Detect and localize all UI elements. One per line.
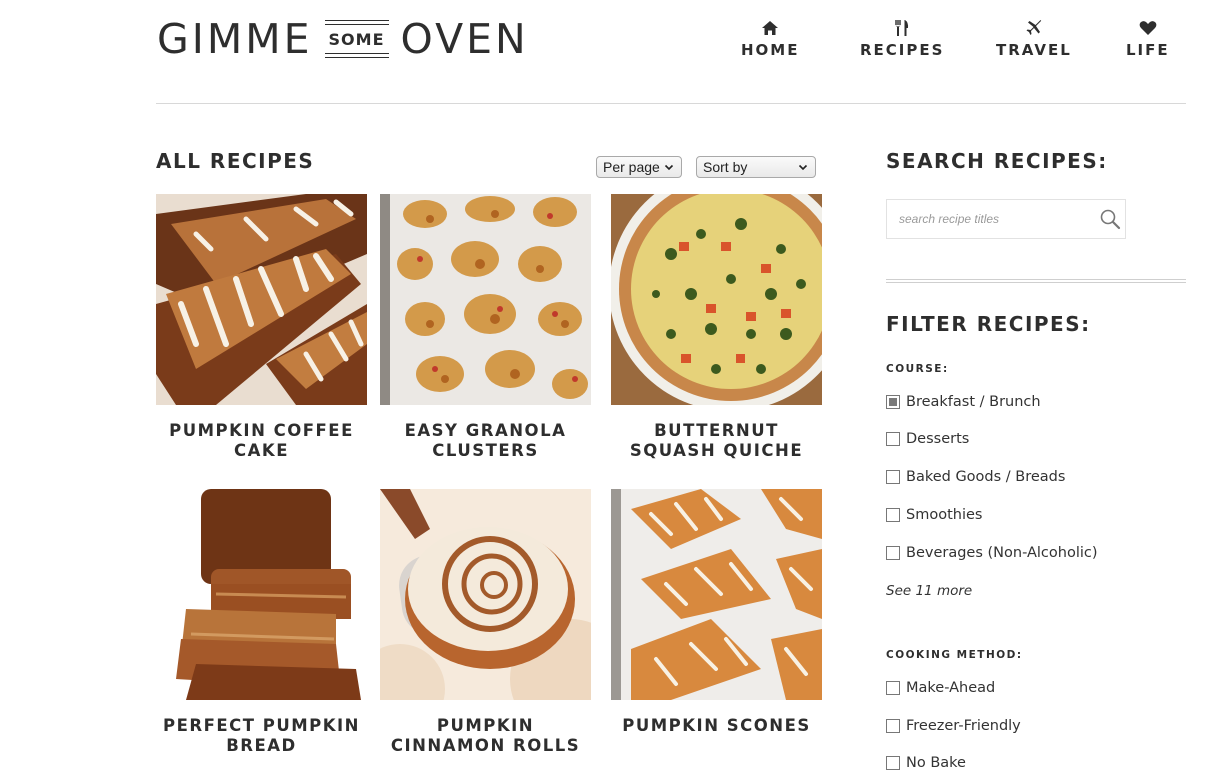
search-input[interactable] — [897, 211, 1097, 227]
checkbox[interactable] — [886, 719, 900, 733]
filter-option-baked-goods-breads[interactable]: Baked Goods / Breads — [886, 469, 1065, 485]
checkbox[interactable] — [886, 546, 900, 560]
all-recipes-title: ALL RECIPES — [156, 149, 315, 173]
header-divider — [156, 103, 1186, 104]
nav-home[interactable]: HOME — [741, 18, 799, 59]
recipe-photo-pumpkin-scones[interactable] — [611, 489, 822, 700]
recipe-card[interactable]: EASY GRANOLA CLUSTERS — [380, 194, 591, 461]
recipe-title[interactable]: PUMPKIN CINNAMON ROLLS — [380, 716, 591, 756]
filter-option-breakfast-brunch[interactable]: Breakfast / Brunch — [886, 394, 1041, 410]
filter-option-label: Make-Ahead — [906, 680, 996, 696]
nav-recipes-label: RECIPES — [860, 41, 945, 59]
fork-knife-icon — [892, 18, 912, 38]
filter-option-label: Desserts — [906, 431, 970, 447]
recipe-card[interactable]: BUTTERNUT SQUASH QUICHE — [611, 194, 822, 461]
heart-icon — [1138, 18, 1158, 38]
see-more-link[interactable]: See 11 more — [886, 583, 972, 599]
checkbox[interactable] — [886, 756, 900, 770]
search-recipes-title: SEARCH RECIPES: — [886, 149, 1108, 173]
nav-home-label: HOME — [741, 41, 800, 59]
filter-option-beverages[interactable]: Beverages (Non-Alcoholic) — [886, 545, 1098, 561]
recipe-title[interactable]: PERFECT PUMPKIN BREAD — [156, 716, 367, 756]
logo-word-some: SOME — [328, 29, 385, 49]
site-logo[interactable]: GIMME SOME OVEN — [157, 16, 529, 62]
recipe-title[interactable]: PUMPKIN COFFEE CAKE — [156, 421, 367, 461]
filter-option-no-bake[interactable]: No Bake — [886, 755, 966, 771]
per-page-select[interactable]: Per page — [596, 156, 682, 178]
recipe-card[interactable]: PUMPKIN COFFEE CAKE — [156, 194, 367, 461]
filter-option-label: Beverages (Non-Alcoholic) — [906, 545, 1098, 561]
nav-travel[interactable]: TRAVEL — [996, 18, 1072, 59]
recipe-photo-butternut-squash-quiche[interactable] — [611, 194, 822, 405]
recipe-photo-granola-clusters[interactable] — [380, 194, 591, 405]
sidebar-divider — [886, 279, 1186, 283]
search-box — [886, 199, 1126, 239]
logo-word-some-badge: SOME — [324, 20, 389, 58]
site-header: GIMME SOME OVEN HOME RECIPES TRAVEL LIFE — [0, 0, 1222, 104]
recipe-card[interactable]: PUMPKIN SCONES — [611, 489, 822, 736]
nav-life[interactable]: LIFE — [1126, 18, 1170, 59]
recipe-title[interactable]: BUTTERNUT SQUASH QUICHE — [611, 421, 822, 461]
filter-option-freezer-friendly[interactable]: Freezer-Friendly — [886, 718, 1021, 734]
filter-option-smoothies[interactable]: Smoothies — [886, 507, 982, 523]
filter-option-label: Baked Goods / Breads — [906, 469, 1066, 485]
checkbox[interactable] — [886, 395, 900, 409]
filter-option-label: Breakfast / Brunch — [906, 394, 1041, 410]
filter-option-make-ahead[interactable]: Make-Ahead — [886, 680, 995, 696]
nav-recipes[interactable]: RECIPES — [860, 18, 944, 59]
chevron-down-icon — [798, 164, 808, 171]
filter-option-label: Freezer-Friendly — [906, 718, 1021, 734]
sort-by-select-value: Sort by — [703, 159, 748, 175]
recipe-title[interactable]: PUMPKIN SCONES — [611, 716, 822, 736]
filter-option-desserts[interactable]: Desserts — [886, 431, 969, 447]
recipe-photo-pumpkin-coffee-cake[interactable] — [156, 194, 367, 405]
filter-option-label: Smoothies — [906, 507, 983, 523]
checkbox[interactable] — [886, 508, 900, 522]
recipe-photo-pumpkin-cinnamon-rolls[interactable] — [380, 489, 591, 700]
nav-travel-label: TRAVEL — [996, 41, 1072, 59]
logo-word-oven: OVEN — [400, 15, 529, 63]
nav-life-label: LIFE — [1126, 41, 1170, 59]
chevron-down-icon — [664, 164, 674, 171]
checkbox[interactable] — [886, 470, 900, 484]
recipe-card[interactable]: PUMPKIN CINNAMON ROLLS — [380, 489, 591, 756]
checkbox[interactable] — [886, 681, 900, 695]
cooking-method-heading: COOKING METHOD: — [886, 649, 1023, 661]
filter-option-label: No Bake — [906, 755, 966, 771]
recipe-photo-pumpkin-bread[interactable] — [156, 489, 367, 700]
recipe-card[interactable]: PERFECT PUMPKIN BREAD — [156, 489, 367, 756]
per-page-select-value: Per page — [603, 159, 660, 175]
sort-by-select[interactable]: Sort by — [696, 156, 816, 178]
checkbox[interactable] — [886, 432, 900, 446]
recipe-title[interactable]: EASY GRANOLA CLUSTERS — [380, 421, 591, 461]
course-heading: COURSE: — [886, 363, 949, 375]
search-icon[interactable] — [1099, 208, 1121, 230]
airplane-icon — [1024, 18, 1044, 38]
home-icon — [760, 18, 780, 38]
logo-word-gimme: GIMME — [157, 15, 313, 63]
filter-recipes-title: FILTER RECIPES: — [886, 312, 1091, 336]
